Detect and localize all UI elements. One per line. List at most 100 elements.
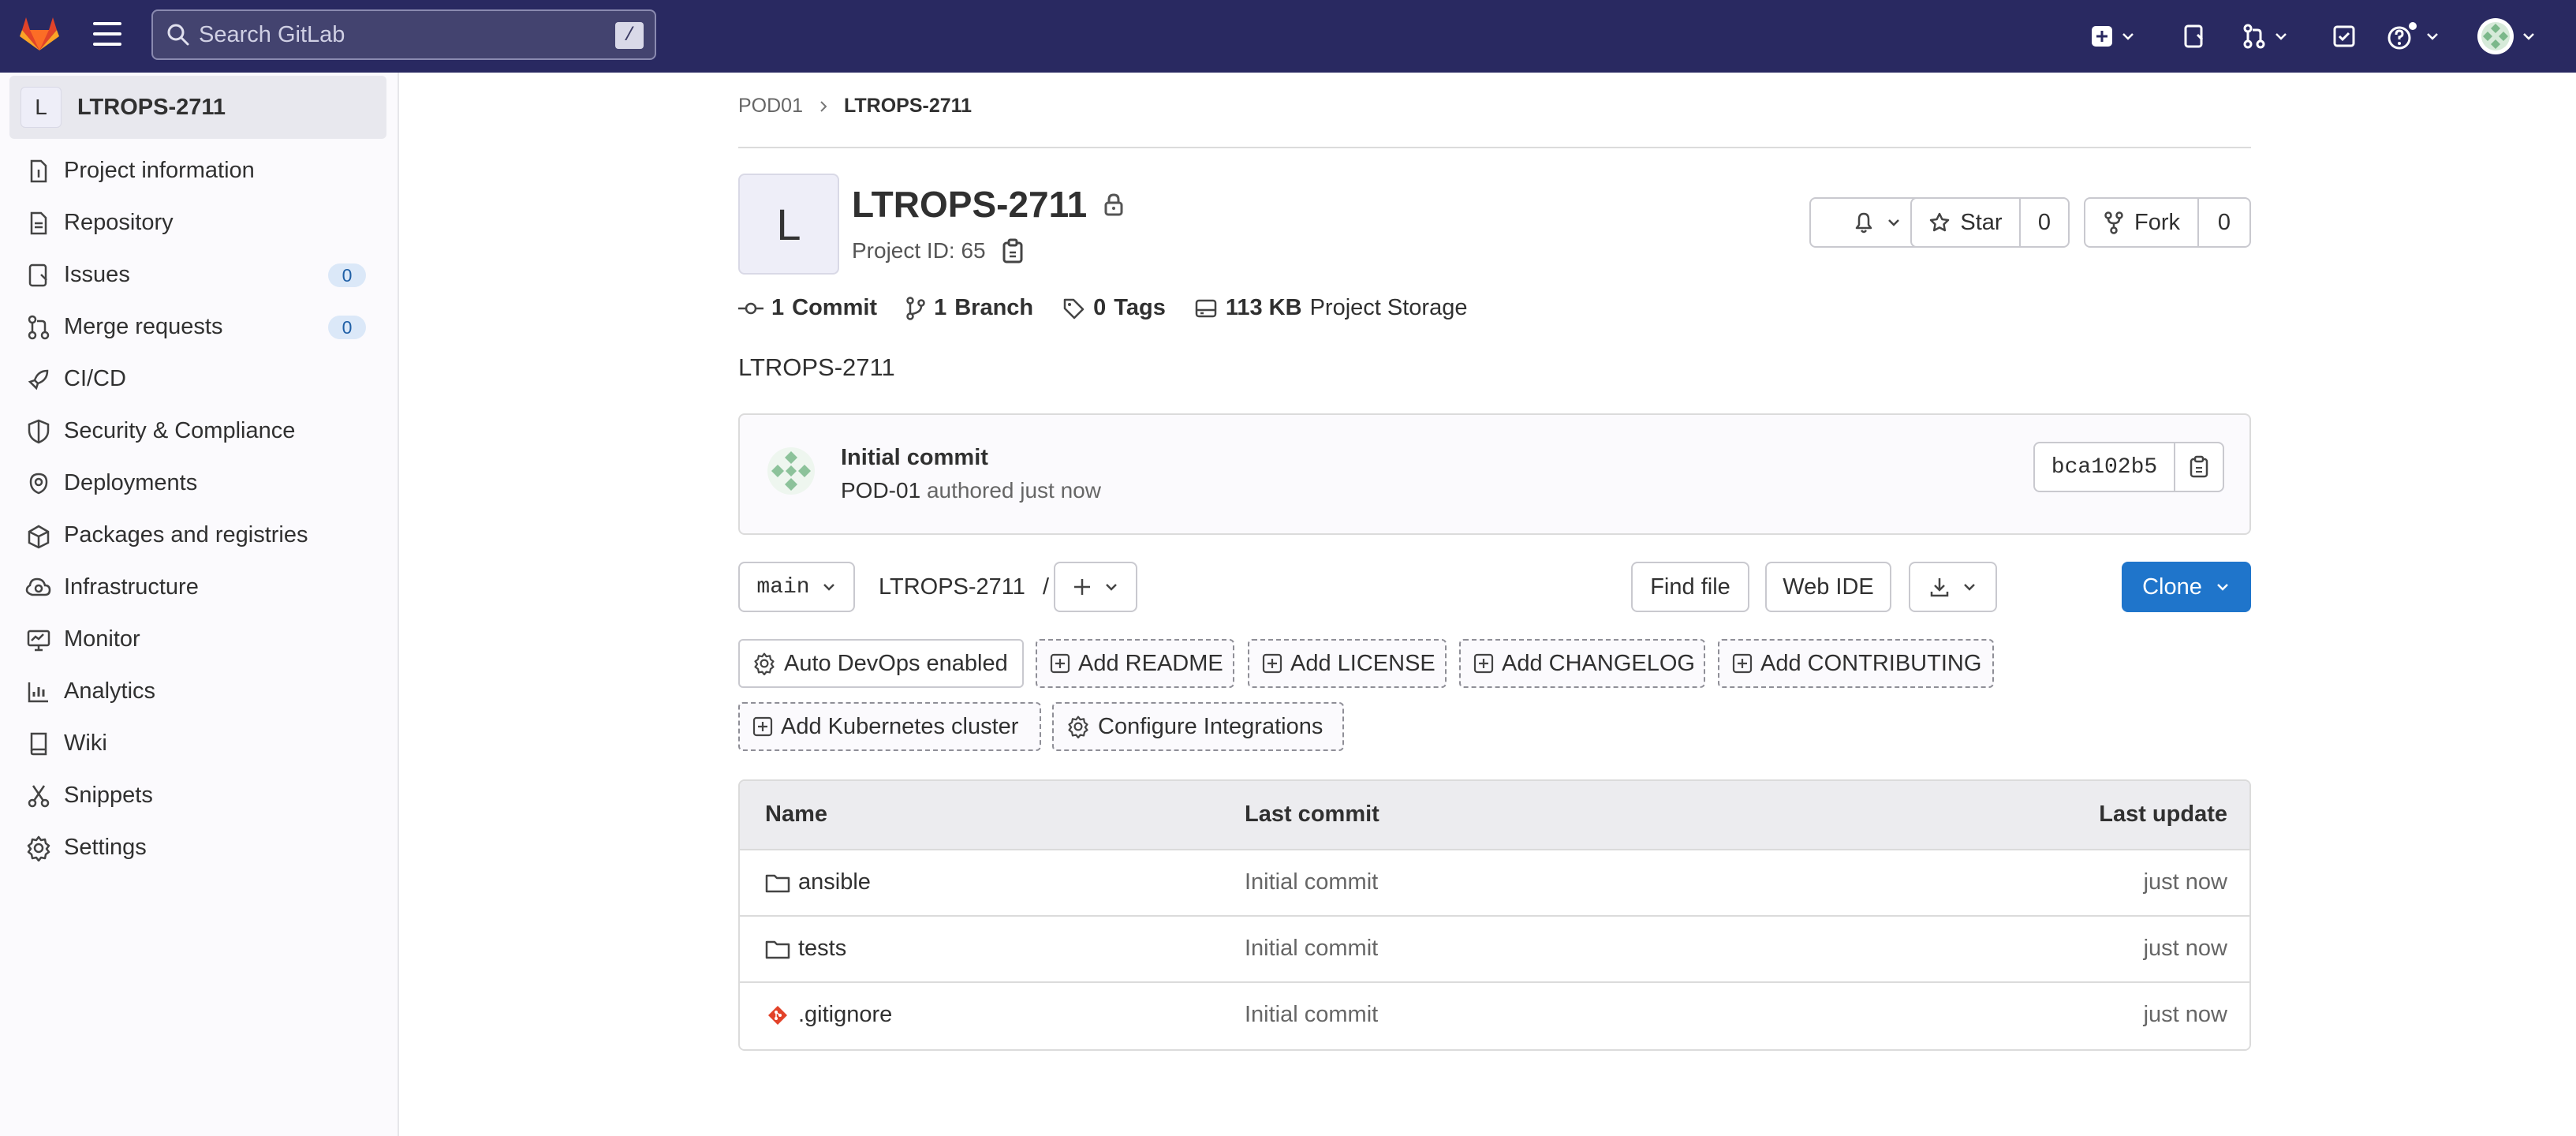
lock-icon xyxy=(1104,193,1123,216)
quick-action-label: Configure Integrations xyxy=(1098,713,1323,739)
sidebar-item-label: CI/CD xyxy=(64,365,126,391)
star-count[interactable]: 0 xyxy=(2021,197,2070,248)
storage-icon xyxy=(1195,299,1217,317)
gear-icon xyxy=(1068,716,1088,738)
folder-icon xyxy=(765,874,790,892)
quick-action-label: Add CONTRIBUTING xyxy=(1760,650,1982,676)
sidebar-item-settings[interactable]: Settings xyxy=(0,824,399,871)
sidebar-item-label: Deployments xyxy=(64,469,198,495)
add-kubernetes-cluster-button[interactable]: Add Kubernetes cluster xyxy=(738,702,1041,751)
commit-sha[interactable]: bca102b5 xyxy=(2033,442,2175,492)
merge-requests-count-badge: 0 xyxy=(328,316,366,339)
stat-storage[interactable]: 113 KB Project Storage xyxy=(1194,295,1467,321)
issues-nav-button[interactable] xyxy=(2182,19,2207,54)
last-commit-cell[interactable]: Initial commit xyxy=(1245,936,1378,962)
plus-square-icon xyxy=(1473,653,1494,674)
file-name-cell[interactable]: ansible xyxy=(765,869,871,895)
sidebar-item-snippets[interactable]: Snippets xyxy=(0,772,399,819)
sidebar-item-security-compliance[interactable]: Security & Compliance xyxy=(0,407,399,454)
branch-selector[interactable]: main xyxy=(738,562,855,612)
sidebar-item-label: Merge requests xyxy=(64,313,223,339)
create-new-dropdown[interactable] xyxy=(2090,19,2136,54)
gitlab-logo-icon[interactable] xyxy=(17,11,62,55)
user-menu-dropdown[interactable] xyxy=(2477,18,2537,54)
copy-sha-button[interactable] xyxy=(2175,442,2224,492)
find-file-button[interactable]: Find file xyxy=(1631,562,1749,612)
configure-integrations-button[interactable]: Configure Integrations xyxy=(1052,702,1344,751)
auto-devops-button[interactable]: Auto DevOps enabled xyxy=(738,639,1024,688)
add-to-tree-dropdown[interactable] xyxy=(1054,562,1137,612)
sidebar-item-infrastructure[interactable]: Infrastructure xyxy=(0,563,399,611)
plus-square-icon xyxy=(752,716,773,737)
commit-author[interactable]: POD-01 xyxy=(841,478,920,503)
project-description: LTROPS-2711 xyxy=(738,353,895,381)
copy-icon[interactable] xyxy=(1002,238,1024,263)
table-row[interactable]: tests Initial commit just now xyxy=(740,917,2249,983)
sidebar-item-packages-registries[interactable]: Packages and registries xyxy=(0,511,399,559)
gear-icon xyxy=(27,835,50,861)
fork-button[interactable]: Fork xyxy=(2084,197,2199,248)
book-icon xyxy=(30,732,47,756)
sidebar-item-deployments[interactable]: Deployments xyxy=(0,459,399,506)
sidebar-item-analytics[interactable]: Analytics xyxy=(0,667,399,715)
copy-icon xyxy=(2190,455,2208,478)
clone-dropdown[interactable]: Clone xyxy=(2122,562,2251,612)
bell-icon xyxy=(1855,212,1872,234)
menu-icon[interactable] xyxy=(93,22,121,46)
add-license-button[interactable]: Add LICENSE xyxy=(1248,639,1447,688)
commit-title[interactable]: Initial commit xyxy=(841,445,988,471)
chevron-down-icon xyxy=(1888,219,1899,226)
merge-requests-nav-button[interactable] xyxy=(2242,19,2289,54)
sidebar-project-header[interactable]: L LTROPS-2711 xyxy=(9,76,386,139)
add-contributing-button[interactable]: Add CONTRIBUTING xyxy=(1718,639,1994,688)
sidebar-item-project-information[interactable]: Project information xyxy=(0,147,399,194)
package-icon xyxy=(28,525,50,549)
last-commit-cell[interactable]: Initial commit xyxy=(1245,869,1378,895)
author-avatar[interactable] xyxy=(767,447,816,495)
sidebar-item-label: Packages and registries xyxy=(64,521,308,547)
add-readme-button[interactable]: Add README xyxy=(1036,639,1234,688)
star-button-group: Star 0 xyxy=(1910,197,2070,248)
file-name-cell[interactable]: .gitignore xyxy=(765,1002,892,1028)
sidebar-item-merge-requests[interactable]: Merge requests 0 xyxy=(0,303,399,350)
project-id-text: Project ID: 65 xyxy=(852,238,986,263)
chevron-right-icon xyxy=(820,100,827,112)
repo-path-root[interactable]: LTROPS-2711 xyxy=(879,574,1025,600)
stat-commits[interactable]: 1 Commit xyxy=(738,295,877,321)
sidebar-item-label: Project information xyxy=(64,157,255,183)
sidebar-item-monitor[interactable]: Monitor xyxy=(0,615,399,663)
search-box[interactable]: / xyxy=(151,9,656,60)
help-dropdown[interactable] xyxy=(2387,19,2440,54)
quick-action-label: Add README xyxy=(1078,650,1223,676)
sidebar-item-issues[interactable]: Issues 0 xyxy=(0,251,399,298)
web-ide-button[interactable]: Web IDE xyxy=(1765,562,1891,612)
sidebar-item-wiki[interactable]: Wiki xyxy=(0,719,399,767)
file-name-cell[interactable]: tests xyxy=(765,936,846,962)
download-dropdown[interactable] xyxy=(1909,562,1997,612)
stat-value: 1 xyxy=(771,295,785,320)
stat-tags[interactable]: 0 Tags xyxy=(1062,295,1166,321)
todos-nav-button[interactable] xyxy=(2331,19,2357,54)
breadcrumb-parent[interactable]: POD01 xyxy=(738,95,803,118)
table-row[interactable]: ansible Initial commit just now xyxy=(740,850,2249,917)
stat-branches[interactable]: 1 Branch xyxy=(905,295,1033,321)
add-changelog-button[interactable]: Add CHANGELOG xyxy=(1459,639,1705,688)
fork-count[interactable]: 0 xyxy=(2199,197,2251,248)
chevron-down-icon xyxy=(823,584,834,591)
sidebar-item-repository[interactable]: Repository xyxy=(0,199,399,246)
quick-action-label: Add LICENSE xyxy=(1290,650,1435,676)
search-input[interactable] xyxy=(199,21,593,48)
table-row[interactable]: .gitignore Initial commit just now xyxy=(740,983,2249,1049)
column-last-commit: Last commit xyxy=(1245,802,1379,827)
quick-action-label: Add Kubernetes cluster xyxy=(781,713,1019,739)
sidebar-item-ci-cd[interactable]: CI/CD xyxy=(0,355,399,402)
breadcrumb-current[interactable]: LTROPS-2711 xyxy=(844,95,972,118)
plus-square-icon xyxy=(1050,653,1070,674)
last-commit-cell[interactable]: Initial commit xyxy=(1245,1002,1378,1028)
file-name: .gitignore xyxy=(798,1002,893,1027)
star-button[interactable]: Star xyxy=(1910,197,2021,248)
clone-label: Clone xyxy=(2142,574,2202,600)
chevron-down-icon xyxy=(1964,584,1975,591)
chart-icon xyxy=(28,682,48,703)
chevron-down-icon xyxy=(2427,33,2438,40)
